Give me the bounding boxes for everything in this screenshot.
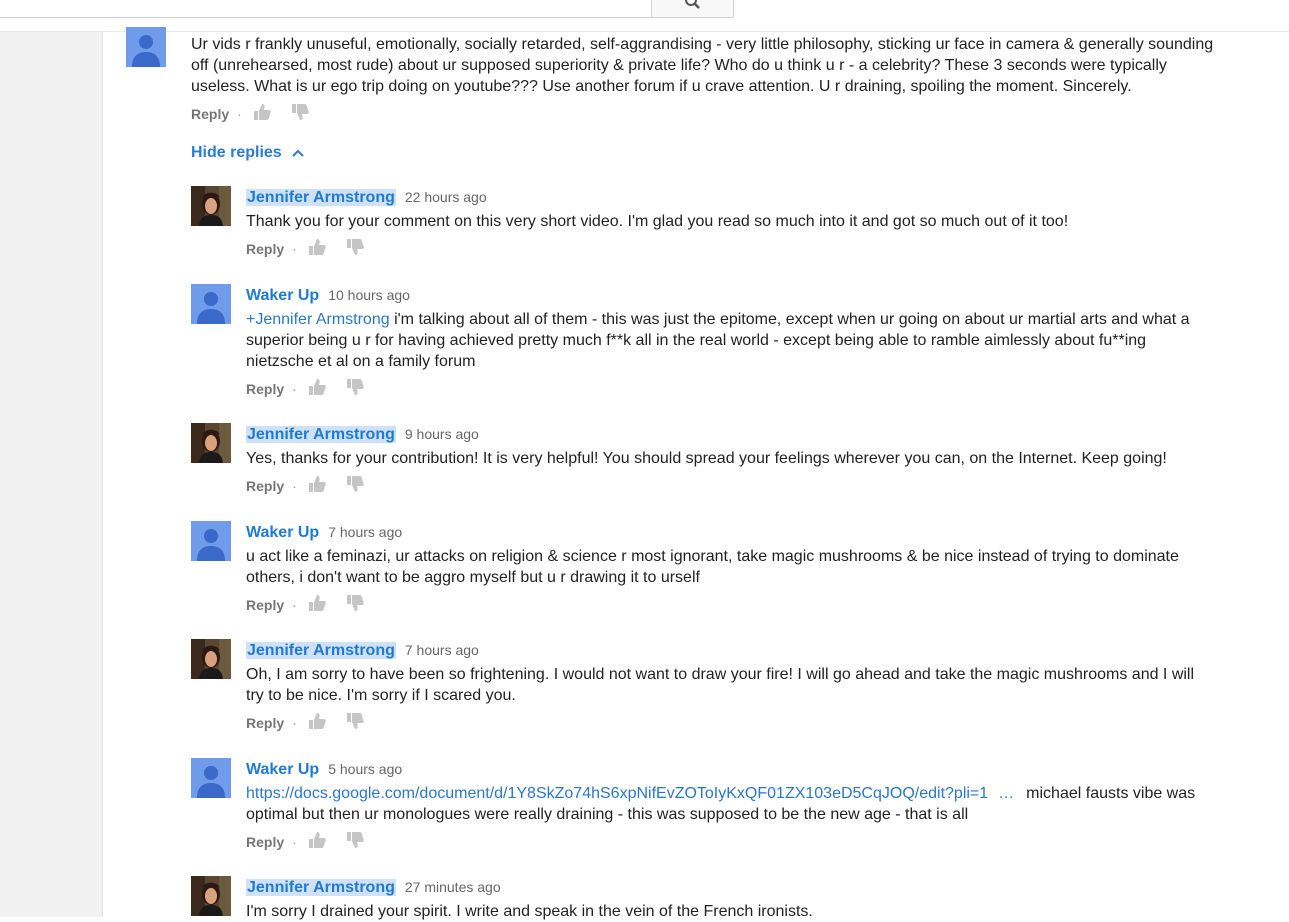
reply-button[interactable]: Reply — [246, 241, 284, 257]
comment-text: Thank you for your comment on this very … — [246, 213, 1069, 230]
author-name[interactable]: Waker Up — [246, 524, 319, 541]
thumbs-up-icon[interactable] — [307, 237, 327, 257]
thumbs-down-icon[interactable] — [345, 474, 365, 494]
reply-button[interactable]: Reply — [246, 478, 284, 494]
thumbs-down-icon[interactable] — [345, 830, 365, 850]
hide-replies-label: Hide replies — [191, 144, 282, 161]
mention-link[interactable]: +Jennifer Armstrong — [246, 311, 390, 328]
comment-text: Ur vids r frankly unuseful, emotionally,… — [191, 36, 1214, 95]
user-photo-avatar[interactable] — [191, 876, 231, 916]
reply-button[interactable]: Reply — [246, 715, 284, 731]
separator-dot: · — [237, 106, 242, 122]
reply-button[interactable]: Reply — [246, 381, 284, 397]
author-name[interactable]: Jennifer Armstrong — [246, 426, 396, 443]
timestamp[interactable]: 22 hours ago — [405, 189, 487, 205]
default-user-avatar[interactable] — [116, 27, 176, 67]
user-photo-avatar[interactable] — [191, 186, 231, 226]
default-user-avatar[interactable] — [191, 284, 231, 324]
separator-dot: · — [292, 381, 297, 397]
reply-button[interactable]: Reply — [191, 106, 229, 122]
thumbs-up-icon[interactable] — [307, 474, 327, 494]
author-name[interactable]: Waker Up — [246, 761, 319, 778]
timestamp[interactable]: 9 hours ago — [405, 426, 479, 442]
link-ellipsis: … — [998, 785, 1015, 802]
author-name[interactable]: Jennifer Armstrong — [246, 189, 396, 206]
default-user-avatar[interactable] — [191, 758, 231, 798]
search-button[interactable] — [651, 0, 734, 18]
separator-dot: · — [292, 478, 297, 494]
author-name[interactable]: Waker Up — [246, 287, 319, 304]
author-name[interactable]: Jennifer Armstrong — [246, 879, 396, 896]
hide-replies-toggle[interactable]: Hide replies — [191, 143, 304, 163]
timestamp[interactable]: 10 hours ago — [328, 287, 410, 303]
separator-dot: · — [292, 834, 297, 850]
comment-text: https://docs.google.com/document/d/1Y8Sk… — [246, 783, 1206, 825]
thumbs-down-icon[interactable] — [345, 377, 365, 397]
comment-text: I'm sorry I drained your spirit. I write… — [246, 903, 813, 920]
chevron-up-icon — [292, 149, 304, 157]
reply-button[interactable]: Reply — [246, 597, 284, 613]
document-link[interactable]: https://docs.google.com/document/d/1Y8Sk… — [246, 785, 988, 802]
thumbs-up-icon[interactable] — [307, 593, 327, 613]
user-photo-avatar[interactable] — [191, 639, 231, 679]
thumbs-down-icon[interactable] — [345, 237, 365, 257]
thumbs-up-icon[interactable] — [307, 830, 327, 850]
comment-text: Oh, I am sorry to have been so frighteni… — [246, 666, 1195, 704]
timestamp[interactable]: 27 minutes ago — [405, 879, 501, 895]
thumbs-up-icon[interactable] — [307, 377, 327, 397]
left-guide-rail — [0, 32, 103, 917]
timestamp[interactable]: 7 hours ago — [328, 524, 402, 540]
separator-dot: · — [292, 597, 297, 613]
separator-dot: · — [292, 715, 297, 731]
reply-button[interactable]: Reply — [246, 834, 284, 850]
comment-text: Yes, thanks for your contribution! It is… — [246, 450, 1167, 467]
thumbs-down-icon[interactable] — [345, 593, 365, 613]
timestamp[interactable]: 5 hours ago — [328, 761, 402, 777]
search-input[interactable] — [0, 0, 652, 18]
thumbs-down-icon[interactable] — [290, 102, 310, 122]
author-name[interactable]: Jennifer Armstrong — [246, 642, 396, 659]
thumbs-down-icon[interactable] — [345, 711, 365, 731]
masthead — [0, 0, 1289, 32]
comment-text: +Jennifer Armstrong i'm talking about al… — [246, 309, 1201, 372]
separator-dot: · — [292, 241, 297, 257]
thumbs-up-icon[interactable] — [307, 711, 327, 731]
timestamp[interactable]: 7 hours ago — [405, 642, 479, 658]
search-icon — [685, 0, 700, 9]
comment-text: u act like a feminazi, ur attacks on rel… — [246, 548, 1179, 586]
thumbs-up-icon[interactable] — [252, 102, 272, 122]
default-user-avatar[interactable] — [191, 521, 231, 561]
user-photo-avatar[interactable] — [191, 423, 231, 463]
